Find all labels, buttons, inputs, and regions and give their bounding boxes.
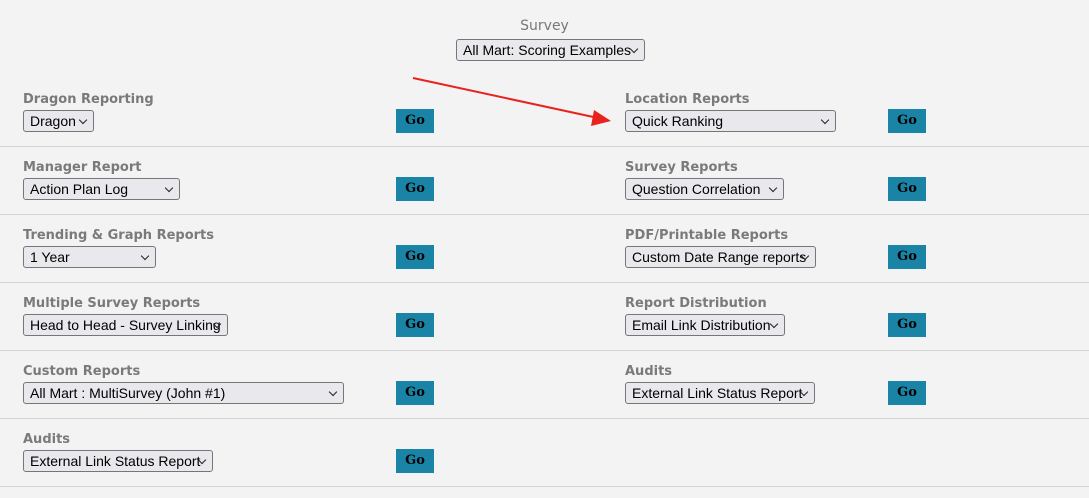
report-distribution-select[interactable]: Email Link Distribution bbox=[625, 314, 785, 336]
location-reports-go-button[interactable]: Go bbox=[888, 109, 926, 133]
audits-go-button[interactable]: Go bbox=[888, 381, 926, 405]
survey-select[interactable]: All Mart: Scoring Examples bbox=[456, 39, 645, 61]
dragon-reporting-title: Dragon Reporting bbox=[23, 92, 154, 107]
report-distribution-go-button[interactable]: Go bbox=[888, 313, 926, 337]
custom-reports-select-value: All Mart : MultiSurvey (John #1) bbox=[30, 385, 226, 401]
report-row: Multiple Survey Reports Head to Head - S… bbox=[0, 283, 1089, 351]
audits-select-2[interactable]: External Link Status Report bbox=[23, 450, 213, 472]
survey-select-value: All Mart: Scoring Examples bbox=[463, 42, 632, 58]
chevron-down-icon bbox=[78, 115, 88, 125]
manager-report-go-button[interactable]: Go bbox=[396, 177, 434, 201]
manager-report-select[interactable]: Action Plan Log bbox=[23, 178, 180, 200]
report-distribution-title: Report Distribution bbox=[625, 296, 767, 311]
chevron-down-icon bbox=[140, 251, 150, 261]
chevron-down-icon bbox=[768, 183, 778, 193]
pdf-printable-reports-title: PDF/Printable Reports bbox=[625, 228, 789, 243]
audits-title-2: Audits bbox=[23, 432, 71, 447]
survey-reports-go-button[interactable]: Go bbox=[888, 177, 926, 201]
trending-graph-reports-select[interactable]: 1 Year bbox=[23, 246, 156, 268]
report-row: Trending & Graph Reports 1 Year Go PDF/P… bbox=[0, 215, 1089, 283]
pdf-printable-reports-select-value: Custom Date Range reports bbox=[632, 249, 807, 265]
multiple-survey-reports-select[interactable]: Head to Head - Survey Linking bbox=[23, 314, 228, 336]
manager-report-title: Manager Report bbox=[23, 160, 142, 175]
report-row: Dragon Reporting Dragon Go Location Repo… bbox=[0, 79, 1089, 147]
manager-report-select-value: Action Plan Log bbox=[30, 181, 129, 197]
report-row: Audits External Link Status Report Go bbox=[0, 419, 1089, 487]
survey-reports-select[interactable]: Question Correlation bbox=[625, 178, 784, 200]
report-row: Custom Reports All Mart : MultiSurvey (J… bbox=[0, 351, 1089, 419]
chevron-down-icon bbox=[164, 183, 174, 193]
pdf-printable-reports-select[interactable]: Custom Date Range reports bbox=[625, 246, 816, 268]
custom-reports-title: Custom Reports bbox=[23, 364, 141, 379]
report-row: Manager Report Action Plan Log Go Survey… bbox=[0, 147, 1089, 215]
dragon-reporting-go-button[interactable]: Go bbox=[396, 109, 434, 133]
dragon-reporting-select[interactable]: Dragon bbox=[23, 110, 94, 132]
pdf-printable-reports-go-button[interactable]: Go bbox=[888, 245, 926, 269]
survey-reports-select-value: Question Correlation bbox=[632, 181, 761, 197]
trending-graph-reports-go-button[interactable]: Go bbox=[396, 245, 434, 269]
location-reports-select-value: Quick Ranking bbox=[632, 113, 724, 129]
survey-label: Survey bbox=[520, 18, 569, 34]
multiple-survey-reports-select-value: Head to Head - Survey Linking bbox=[30, 317, 221, 333]
report-distribution-select-value: Email Link Distribution bbox=[632, 317, 771, 333]
trending-graph-reports-title: Trending & Graph Reports bbox=[23, 228, 215, 243]
location-reports-select[interactable]: Quick Ranking bbox=[625, 110, 836, 132]
location-reports-title: Location Reports bbox=[625, 92, 750, 107]
chevron-down-icon bbox=[820, 115, 830, 125]
dragon-reporting-select-value: Dragon bbox=[30, 113, 76, 129]
multiple-survey-reports-go-button[interactable]: Go bbox=[396, 313, 434, 337]
custom-reports-go-button[interactable]: Go bbox=[396, 381, 434, 405]
chevron-down-icon bbox=[328, 387, 338, 397]
audits-title: Audits bbox=[625, 364, 673, 379]
trending-graph-reports-select-value: 1 Year bbox=[30, 249, 70, 265]
audits-select-value: External Link Status Report bbox=[632, 385, 803, 401]
audits-go-button-2[interactable]: Go bbox=[396, 449, 434, 473]
survey-reports-title: Survey Reports bbox=[625, 160, 738, 175]
audits-select-2-value: External Link Status Report bbox=[30, 453, 201, 469]
multiple-survey-reports-title: Multiple Survey Reports bbox=[23, 296, 201, 311]
audits-select[interactable]: External Link Status Report bbox=[625, 382, 815, 404]
chevron-down-icon bbox=[769, 319, 779, 329]
custom-reports-select[interactable]: All Mart : MultiSurvey (John #1) bbox=[23, 382, 344, 404]
